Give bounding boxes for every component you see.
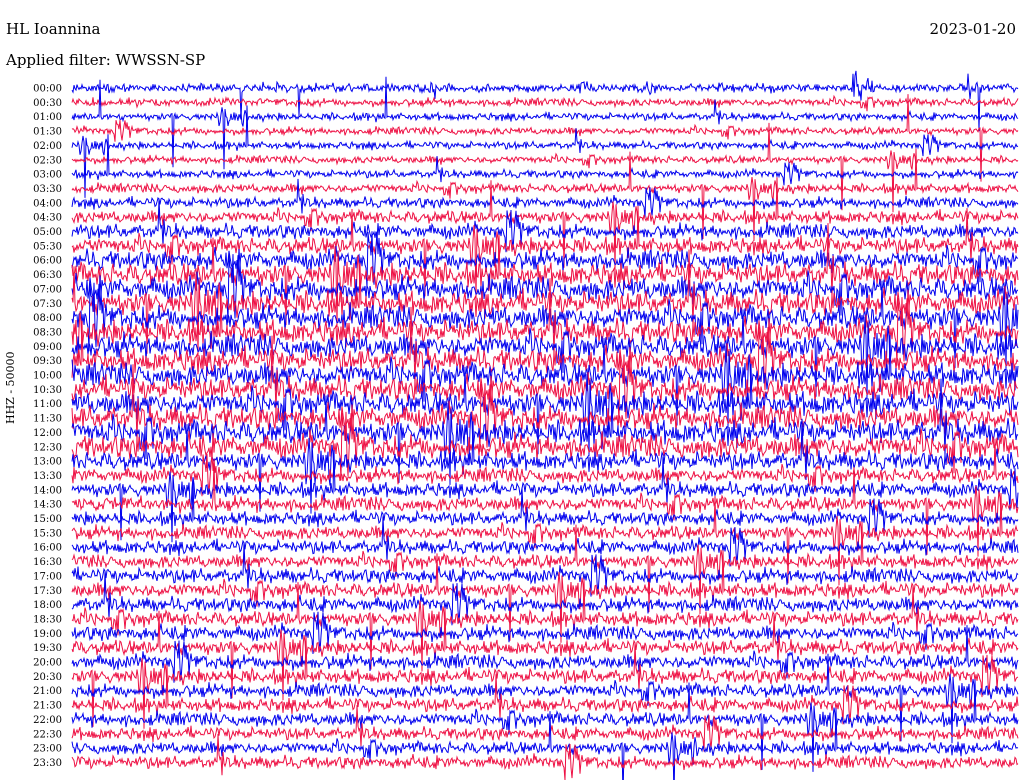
time-tick-label: 11:00 [33,399,62,410]
seismic-trace-0230 [71,122,1019,213]
time-tick-label: 18:30 [33,614,62,625]
time-tick-label: 03:30 [33,184,62,195]
time-tick-label: 16:00 [33,543,62,554]
time-tick-label: 10:30 [33,385,62,396]
time-tick-label: 14:00 [33,485,62,496]
time-tick-label: 07:30 [33,299,62,310]
time-tick-label: 16:30 [33,557,62,568]
time-tick-label: 04:30 [33,213,62,224]
time-tick-label: 13:30 [33,471,62,482]
time-tick-label: 07:00 [33,284,62,295]
time-tick-label: 06:30 [33,270,62,281]
time-tick-label: 20:30 [33,672,62,683]
time-tick-label: 22:30 [33,729,62,740]
seismic-trace-2330 [71,733,1019,780]
time-tick-label: 09:30 [33,356,62,367]
time-tick-label: 23:30 [33,758,62,769]
seismic-trace-2300 [71,708,1019,780]
time-tick-label: 08:00 [33,313,62,324]
time-tick-label: 19:30 [33,643,62,654]
time-tick-label: 21:30 [33,701,62,712]
time-tick-label: 09:00 [33,342,62,353]
time-tick-label: 12:30 [33,442,62,453]
time-tick-label: 20:00 [33,658,62,669]
time-tick-label: 02:00 [33,141,62,152]
time-tick-label: 17:00 [33,571,62,582]
time-tick-label: 14:30 [33,500,62,511]
time-tick-label: 18:00 [33,600,62,611]
time-tick-label: 01:00 [33,112,62,123]
time-tick-label: 23:00 [33,744,62,755]
time-tick-label: 10:00 [33,371,62,382]
time-tick-label: 00:00 [33,84,62,95]
time-tick-labels: 00:00 00:30 01:00 01:30 02:00 02:30 03:00 03:30… [33,84,62,769]
time-tick-label: 00:30 [33,98,62,109]
time-tick-label: 05:30 [33,241,62,252]
time-tick-label: 15:30 [33,528,62,539]
time-tick-label: 06:00 [33,256,62,267]
time-tick-label: 15:00 [33,514,62,525]
trace-group [71,70,1019,780]
time-tick-label: 08:30 [33,327,62,338]
time-tick-label: 13:00 [33,457,62,468]
seismic-trace-0200 [71,105,1019,198]
seismic-trace-2100 [71,653,1019,744]
seismic-trace-0330 [71,148,1019,241]
time-tick-label: 22:00 [33,715,62,726]
time-tick-label: 12:00 [33,428,62,439]
time-tick-label: 03:00 [33,170,62,181]
time-tick-label: 05:00 [33,227,62,238]
time-tick-label: 19:00 [33,629,62,640]
time-tick-label: 11:30 [33,414,62,425]
seismic-trace-0130 [71,94,1019,182]
seismic-trace-1730 [71,550,1019,643]
time-tick-label: 02:30 [33,155,62,166]
seismic-trace-0030 [71,94,1019,112]
time-tick-label: 17:30 [33,586,62,597]
time-tick-label: 01:30 [33,127,62,138]
time-tick-label: 04:00 [33,198,62,209]
helicorder-plot: 00:00 00:30 01:00 01:30 02:00 02:30 03:00 03:30… [33,70,1019,780]
time-tick-label: 21:00 [33,686,62,697]
